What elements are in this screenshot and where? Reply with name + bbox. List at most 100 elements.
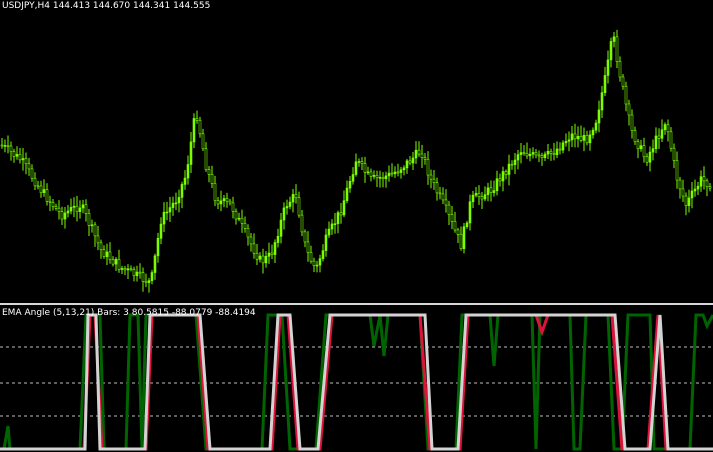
candle-body [123, 268, 127, 271]
candle-body [405, 160, 409, 169]
chart-window[interactable]: USDJPY,H4 144.413 144.670 144.341 144.55… [0, 0, 713, 452]
candle-body [159, 223, 163, 239]
candle-body [261, 255, 265, 264]
candle-body [477, 193, 481, 197]
indicator-name-label: EMA Angle (5,13,21) Bars: 3 [2, 308, 129, 318]
candle-body [93, 224, 97, 237]
candle-body [189, 141, 193, 165]
candle-body [531, 152, 535, 155]
candle-body [489, 187, 493, 193]
candle-body [342, 200, 346, 216]
ohlc-values-label: 144.413 144.670 144.341 144.555 [52, 1, 211, 11]
indicator-series-red [0, 313, 713, 451]
candle-body [417, 149, 421, 155]
candle-body [426, 158, 430, 176]
candle-body [30, 168, 34, 179]
candle-body [588, 134, 592, 144]
candle-body [543, 153, 547, 159]
candle-body [333, 223, 337, 226]
candle-body [513, 159, 517, 165]
candle-body [705, 180, 709, 187]
candle-body [180, 184, 184, 198]
candle-body [630, 114, 634, 131]
candle-body [324, 234, 328, 251]
candle-body [621, 76, 625, 87]
candle-body [210, 174, 214, 184]
candle-body [156, 237, 160, 257]
candle-body [12, 151, 16, 157]
candle-body [147, 280, 151, 283]
candle-body [480, 196, 484, 200]
candle-body [192, 118, 196, 143]
candle-body [69, 207, 73, 212]
candle-body [129, 268, 133, 271]
candle-body [645, 156, 649, 163]
candle-body [375, 175, 379, 178]
candle-body [75, 205, 79, 212]
candle-body [252, 243, 256, 254]
candle-body [45, 189, 49, 202]
candle-body [678, 179, 682, 190]
candle-body [696, 185, 700, 190]
candle-body [534, 152, 538, 156]
candle-body [465, 222, 469, 227]
candle-body [132, 269, 136, 277]
candle-body [528, 153, 532, 157]
price-chart-pane[interactable]: USDJPY,H4 144.413 144.670 144.341 144.55… [0, 0, 713, 303]
candle-body [510, 163, 514, 166]
candle-body [387, 172, 391, 177]
candle-body [81, 204, 85, 209]
candle-body [54, 206, 58, 209]
candle-body [66, 210, 70, 214]
candle-body [402, 167, 406, 171]
candle-body [627, 103, 631, 116]
candle-body [354, 161, 358, 175]
candle-body [384, 175, 388, 180]
candle-body [609, 41, 613, 61]
candle-body [243, 222, 247, 229]
indicator-pane[interactable]: EMA Angle (5,13,21) Bars: 3 80.5815 -88.… [0, 306, 713, 452]
candle-body [186, 164, 190, 179]
candle-body [576, 135, 580, 140]
candle-body [105, 251, 109, 257]
candle-body [594, 122, 598, 131]
candle-body [372, 175, 376, 177]
candle-body [108, 251, 112, 261]
candle-body [432, 178, 436, 184]
candle-body [36, 185, 40, 188]
candle-body [198, 120, 202, 135]
candle-body [411, 157, 415, 164]
candle-body [498, 178, 502, 182]
candle-body [63, 212, 67, 220]
candle-body [663, 124, 667, 131]
candle-body [492, 190, 496, 193]
candle-body [270, 252, 274, 255]
candle-body [474, 193, 478, 196]
candle-body [507, 163, 511, 175]
candle-body [42, 189, 46, 194]
candle-body [666, 124, 670, 133]
candle-body [153, 255, 157, 273]
candle-body [555, 148, 559, 156]
candle-body [681, 188, 685, 197]
candle-body [48, 201, 52, 203]
candle-body [540, 155, 544, 159]
candle-body [558, 148, 562, 151]
candle-body [381, 177, 385, 180]
candle-body [213, 183, 217, 201]
candle-body [567, 139, 571, 142]
candle-body [450, 214, 454, 222]
candle-body [606, 59, 610, 76]
candle-body [519, 152, 523, 155]
candle-body [336, 212, 340, 225]
candle-body [600, 92, 604, 111]
candle-body [495, 178, 499, 191]
candle-body [468, 201, 472, 224]
candle-body [699, 176, 703, 187]
candle-body [309, 252, 313, 262]
candle-body [183, 177, 187, 185]
chart-info-header: USDJPY,H4 144.413 144.670 144.341 144.55… [2, 1, 210, 12]
pane-separator[interactable] [0, 303, 713, 305]
candle-body [642, 145, 646, 158]
candle-body [39, 185, 43, 194]
